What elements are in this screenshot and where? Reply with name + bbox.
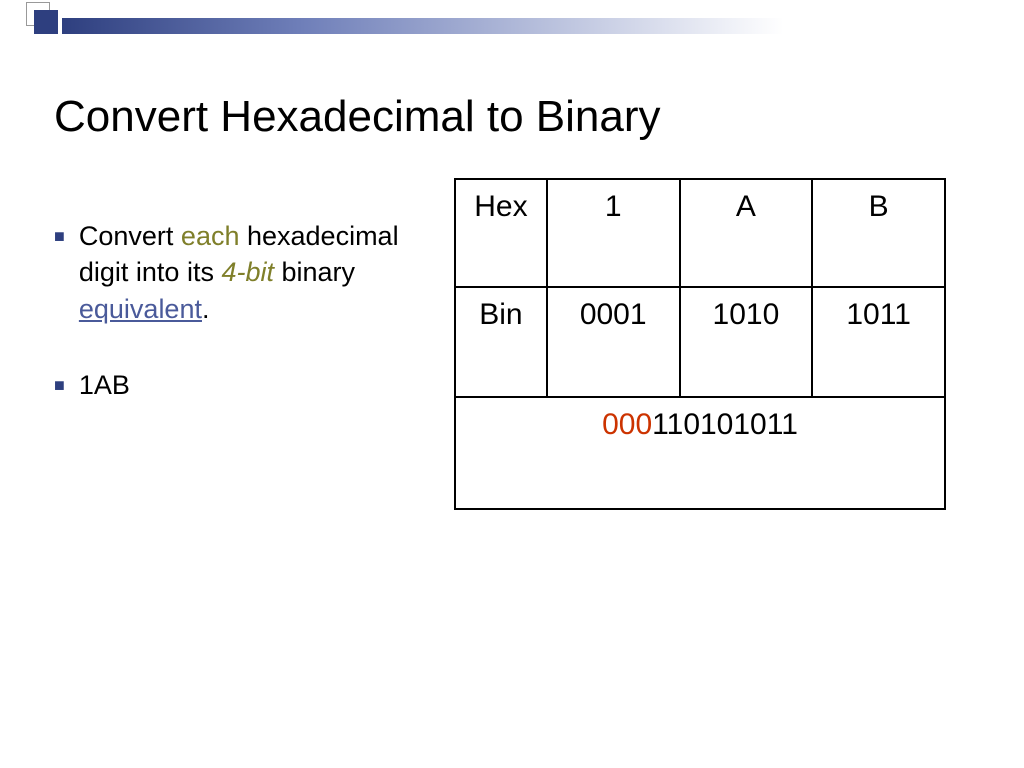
text-fragment: . (202, 294, 210, 324)
table-row: Bin 0001 1010 1011 (455, 287, 945, 397)
bullet-item: ■ 1AB (54, 367, 434, 403)
result-rest: 110101011 (652, 408, 798, 441)
bullet-item: ■ Convert each hexadecimal digit into it… (54, 218, 434, 327)
bin-cell: 0001 (547, 287, 680, 397)
bin-label-cell: Bin (455, 287, 547, 397)
gradient-bar (62, 18, 1024, 34)
result-cell: 000110101011 (455, 397, 945, 509)
bin-cell: 1010 (680, 287, 813, 397)
text-emphasis: each (181, 221, 240, 251)
result-prefix: 000 (602, 408, 652, 441)
hex-label-cell: Hex (455, 179, 547, 287)
hex-cell: 1 (547, 179, 680, 287)
conversion-table-wrap: Hex 1 A B Bin 0001 1010 1011 00011010101… (454, 178, 970, 510)
bullet-marker-icon: ■ (54, 373, 65, 403)
bullet-text: Convert each hexadecimal digit into its … (79, 218, 434, 327)
hex-cell: A (680, 179, 813, 287)
text-fragment: Convert (79, 221, 181, 251)
text-fragment: binary (274, 257, 355, 287)
table-row: 000110101011 (455, 397, 945, 509)
bin-cell: 1011 (812, 287, 945, 397)
content-area: ■ Convert each hexadecimal digit into it… (54, 178, 970, 510)
slide: Convert Hexadecimal to Binary ■ Convert … (0, 0, 1024, 768)
conversion-table: Hex 1 A B Bin 0001 1010 1011 00011010101… (454, 178, 946, 510)
square-filled-icon (34, 10, 58, 34)
header-decoration (0, 0, 1024, 28)
bullet-marker-icon: ■ (54, 224, 65, 327)
text-emphasis-italic: 4-bit (221, 257, 274, 287)
bullet-text: 1AB (79, 367, 434, 403)
slide-title: Convert Hexadecimal to Binary (54, 92, 660, 142)
equivalent-link[interactable]: equivalent (79, 294, 202, 324)
bullet-list: ■ Convert each hexadecimal digit into it… (54, 178, 454, 510)
table-row: Hex 1 A B (455, 179, 945, 287)
hex-cell: B (812, 179, 945, 287)
